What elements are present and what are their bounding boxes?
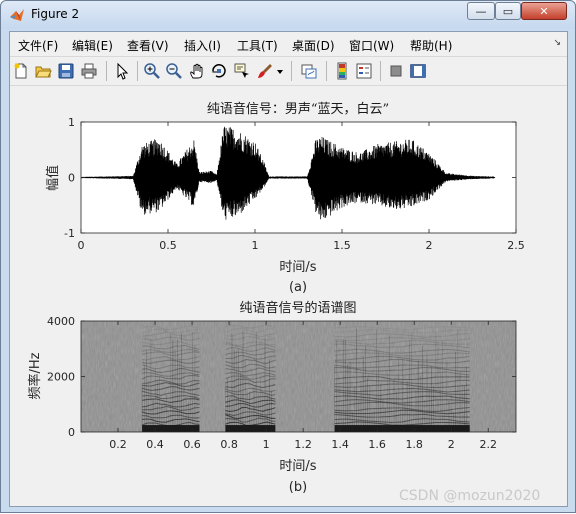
plot-b-ylabel: 频率/Hz — [27, 352, 43, 399]
y-tick-label: 1 — [68, 116, 75, 129]
plot-a-xlabel: 时间/s — [279, 260, 316, 275]
plot-a-caption: (a) — [289, 280, 307, 295]
x-tick-label: 0.2 — [109, 438, 127, 451]
y-tick-label: 0 — [68, 426, 75, 439]
axes-b[interactable]: 0.2 0.4 0.6 0.8 1 1.2 1.4 1.6 1.8 2 2.2 0 2000 4000 纯… — [27, 300, 517, 495]
plot-b-caption: (b) — [289, 480, 307, 495]
x-tick-label: 1.4 — [331, 438, 349, 451]
x-tick-label: 0.8 — [220, 438, 238, 451]
x-tick-label: 2 — [426, 239, 433, 252]
x-tick-label: 1.2 — [294, 438, 312, 451]
watermark: CSDN @mozun2020 — [399, 488, 541, 504]
x-tick-label: 2.2 — [479, 438, 497, 451]
x-tick-label: 1 — [263, 438, 270, 451]
axes-a[interactable]: 0 0.5 1 1.5 2 2.5-101 纯语音信号：男声“蓝天，白云” 时间/s 幅值… — [45, 101, 525, 295]
plot-b-xlabel: 时间/s — [279, 459, 316, 474]
y-tick-label: 2000 — [47, 371, 75, 384]
x-tick-label: 2.5 — [507, 239, 525, 252]
plot-a-ylabel: 幅值 — [45, 165, 61, 191]
y-tick-label: 4000 — [47, 315, 75, 328]
x-tick-label: 1 — [252, 239, 259, 252]
x-tick-label: 2 — [448, 438, 455, 451]
x-tick-label: 0.6 — [183, 438, 201, 451]
x-tick-label: 0.5 — [159, 239, 177, 252]
x-tick-label: 0.4 — [146, 438, 164, 451]
x-tick-label: 1.8 — [405, 438, 423, 451]
y-tick-label: 0 — [68, 172, 75, 185]
y-tick-label: -1 — [64, 227, 75, 240]
plot-a-title: 纯语音信号：男声“蓝天，白云” — [207, 101, 389, 117]
x-tick-label: 1.5 — [333, 239, 351, 252]
figure-canvas: 0 0.5 1 1.5 2 2.5-101 纯语音信号：男声“蓝天，白云” 时间/s 幅值… — [27, 101, 525, 495]
x-tick-label: 1.6 — [368, 438, 386, 451]
figure-window: Figure 2 — ▭ ✕ 文件(F) 编辑(E) 查看(V) 插入(I) 工… — [0, 0, 576, 513]
x-tick-label: 0 — [78, 239, 85, 252]
plot-b-title: 纯语音信号的语谱图 — [239, 300, 356, 316]
